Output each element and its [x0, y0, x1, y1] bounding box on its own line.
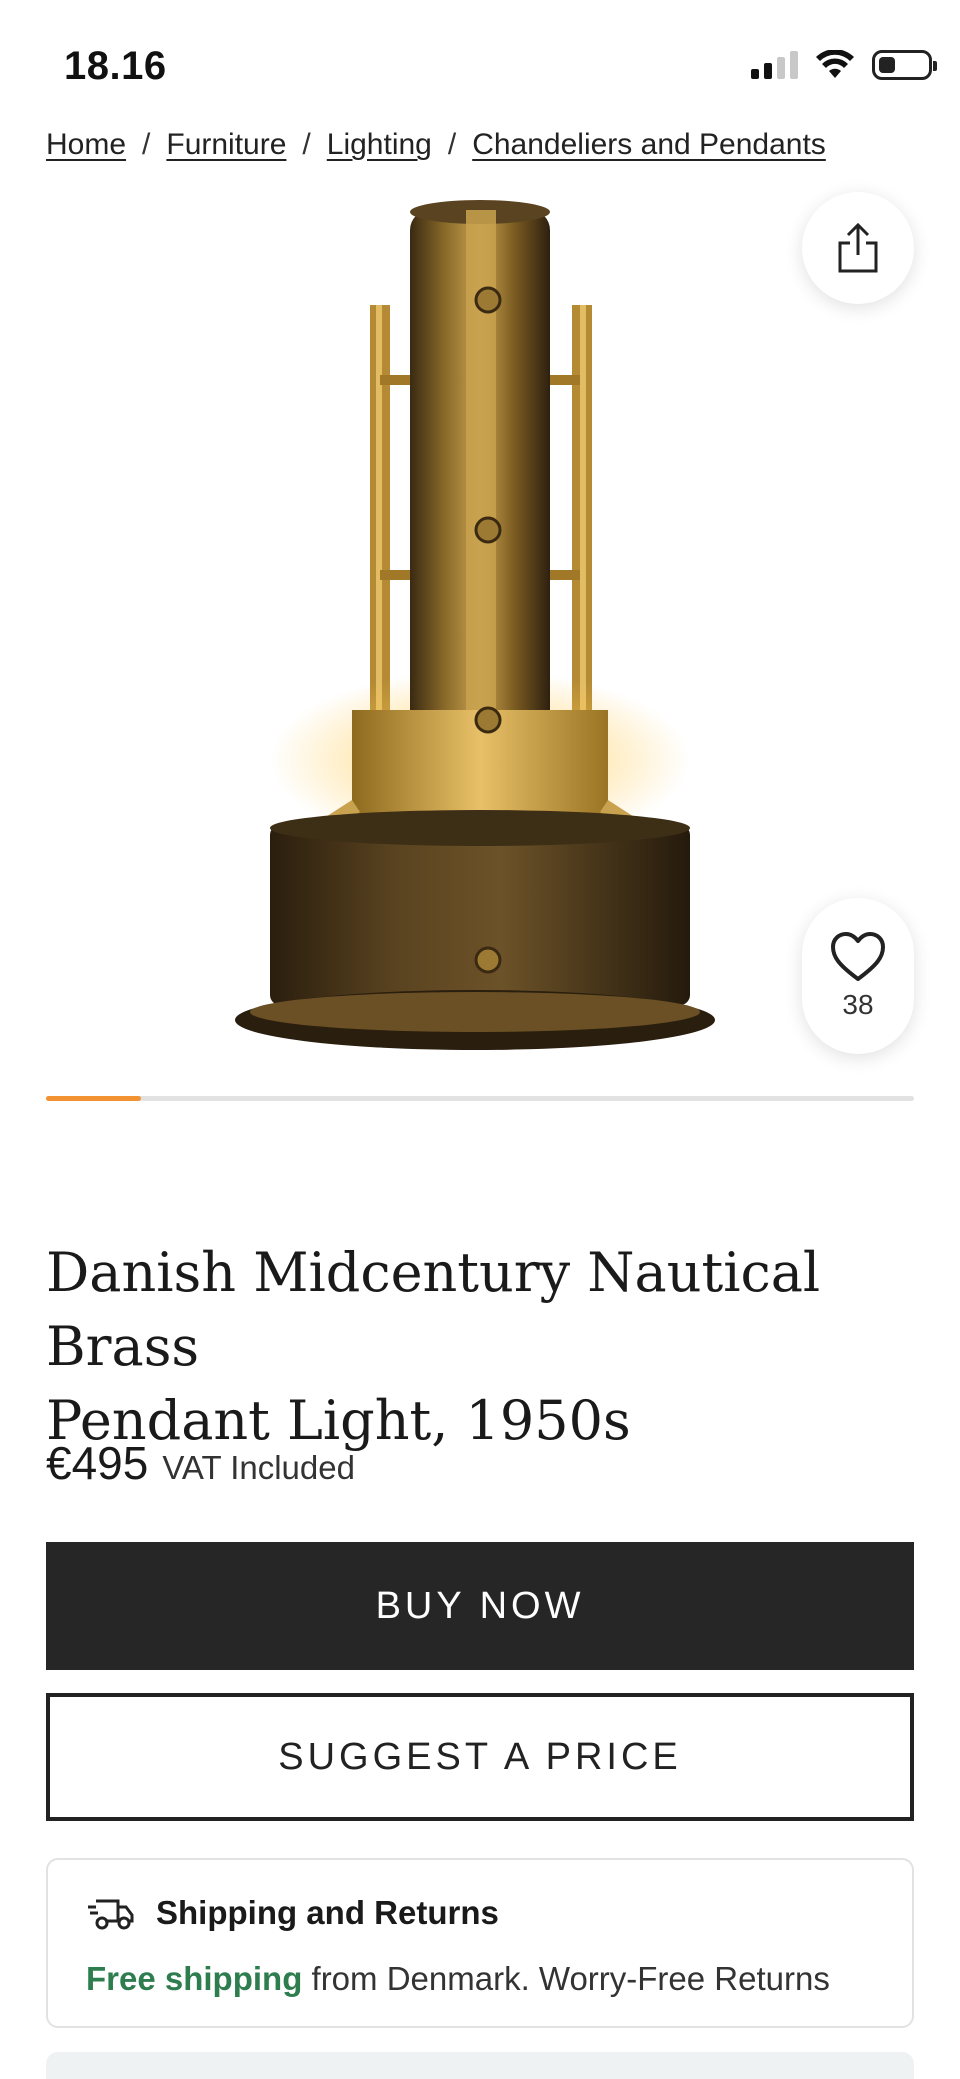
next-section-card — [46, 2052, 914, 2079]
shipping-title: Shipping and Returns — [156, 1894, 499, 1931]
breadcrumb-lighting[interactable]: Lighting — [327, 128, 432, 162]
breadcrumb: Home / Furniture / Lighting / Chandelier… — [46, 128, 826, 162]
battery-icon — [872, 50, 937, 80]
breadcrumb-chandeliers-and-pendants[interactable]: Chandeliers and Pendants — [472, 128, 826, 162]
product-image[interactable] — [230, 200, 730, 1080]
shipping-detail: Free shipping from Denmark. Worry-Free R… — [86, 1960, 830, 1998]
status-icons — [751, 50, 937, 80]
breadcrumb-separator: / — [447, 128, 457, 161]
status-bar: 18.16 — [0, 0, 960, 120]
breadcrumb-separator: / — [302, 128, 311, 161]
breadcrumb-separator: / — [142, 128, 151, 161]
cellular-signal-icon — [751, 51, 798, 79]
shipping-detail-text: from Denmark. Worry-Free Returns — [302, 1960, 830, 1997]
buy-now-button[interactable]: BUY NOW — [46, 1542, 914, 1670]
suggest-price-button[interactable]: SUGGEST A PRICE — [46, 1693, 914, 1821]
breadcrumb-home[interactable]: Home — [46, 128, 126, 162]
product-title-line1: Danish Midcentury Nautical Brass — [46, 1241, 821, 1378]
shipping-header: Shipping and Returns — [86, 1894, 499, 1932]
free-shipping-label: Free shipping — [86, 1960, 303, 1997]
price: €495 — [46, 1437, 149, 1489]
delivery-truck-icon — [88, 1899, 134, 1930]
wifi-icon — [816, 50, 854, 78]
favorite-button[interactable]: 38 — [802, 898, 914, 1054]
status-time: 18.16 — [64, 44, 167, 88]
share-button[interactable] — [802, 192, 914, 304]
share-icon — [838, 222, 878, 273]
favorite-count: 38 — [842, 989, 874, 1020]
shipping-returns-card[interactable]: Shipping and Returns Free shipping from … — [46, 1858, 914, 2028]
heart-icon — [831, 932, 885, 981]
carousel-progress-fill — [46, 1096, 142, 1101]
product-title: Danish Midcentury Nautical Brass Pendant… — [46, 1236, 926, 1458]
carousel-progress — [46, 1096, 914, 1101]
breadcrumb-furniture[interactable]: Furniture — [166, 128, 286, 162]
price-row: €495 VAT Included — [46, 1436, 355, 1490]
vat-note: VAT Included — [162, 1449, 355, 1486]
